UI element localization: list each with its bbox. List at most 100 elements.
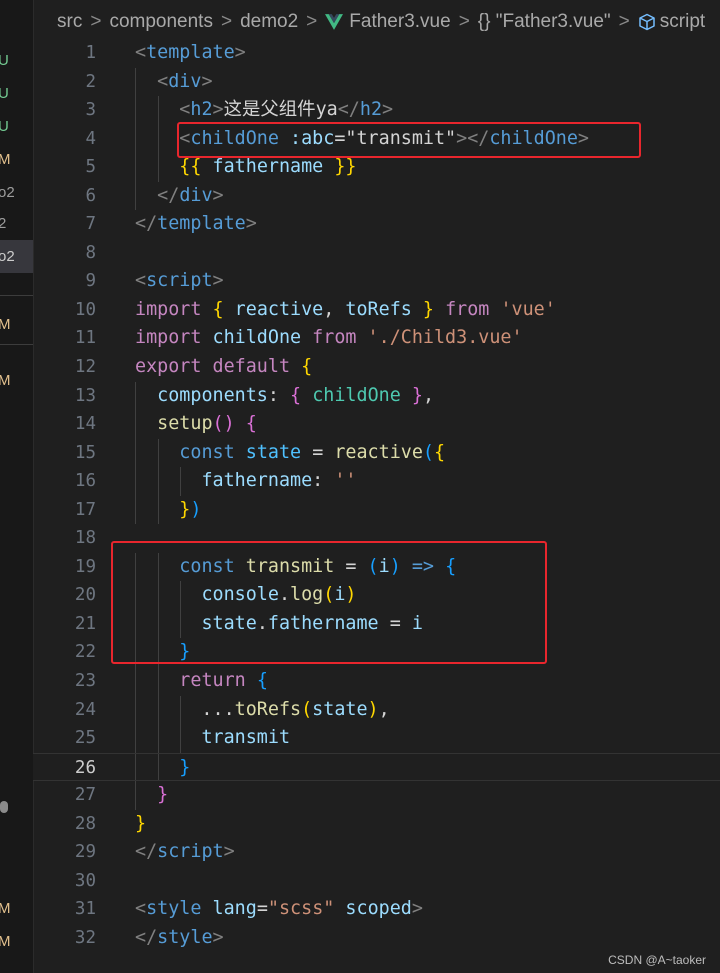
line-number: 23 (74, 671, 96, 692)
code-line[interactable]: 1 <template> (33, 39, 720, 68)
breadcrumb-file[interactable]: Father3.vue (349, 11, 450, 33)
line-number: 7 (85, 214, 96, 235)
code-line[interactable]: 27 } (33, 781, 720, 810)
code-line[interactable]: 11 import childOne from './Child3.vue' (33, 324, 720, 353)
code-text: fathername: '' (201, 470, 357, 492)
git-status-marker: 2 (0, 207, 33, 240)
code-text: } (157, 784, 169, 806)
code-text: } (135, 812, 147, 834)
breadcrumb-src[interactable]: src (57, 11, 82, 33)
explorer-sidebar-edge: U U U M o2 2 o2 M M M M (0, 0, 34, 973)
code-text: <style lang="scss" scoped> (135, 898, 423, 920)
git-status-marker: o2 (0, 184, 15, 201)
breadcrumb-script[interactable]: script (660, 11, 705, 33)
vue-icon (325, 14, 344, 30)
code-text: return { (179, 670, 268, 692)
code-line[interactable]: 9 <script> (33, 267, 720, 296)
chevron-right-icon: > (618, 11, 630, 32)
code-line[interactable]: 24 ...toRefs(state), (33, 695, 720, 725)
git-status-marker: M (0, 925, 33, 958)
line-number: 10 (74, 299, 96, 320)
line-number: 28 (74, 813, 96, 834)
git-status-marker: U (0, 44, 33, 77)
code-line[interactable]: 2 <div> (33, 67, 720, 97)
breadcrumb: src > components > demo2 > Father3.vue >… (33, 0, 720, 44)
code-text: components: { childOne }, (157, 384, 435, 406)
code-line[interactable]: 15 const state = reactive({ (33, 438, 720, 468)
code-text: ...toRefs(state), (135, 698, 390, 720)
code-line[interactable]: 28} (33, 810, 720, 839)
unsaved-dot-icon (0, 801, 8, 813)
code-line[interactable]: 16 fathername: '' (33, 467, 720, 496)
line-number: 19 (74, 556, 96, 577)
code-text: <h2>这是父组件ya</h2> (179, 99, 394, 121)
code-line[interactable]: 31 <style lang="scss" scoped> (33, 895, 720, 924)
git-status-marker-selected[interactable]: o2 (0, 240, 33, 273)
git-status-marker: U (0, 110, 33, 143)
annotation-box-childone (177, 122, 641, 158)
line-number: 4 (85, 128, 96, 149)
code-line[interactable]: 10 import { reactive, toRefs } from 'vue' (33, 296, 720, 325)
code-line[interactable]: 6 </div> (33, 181, 720, 211)
line-number: 2 (85, 71, 96, 92)
line-number: 14 (74, 414, 96, 435)
divider (0, 344, 33, 345)
code-line[interactable]: 17 }) (33, 495, 720, 525)
chevron-right-icon: > (90, 11, 102, 32)
line-number: 26 (74, 757, 96, 778)
line-number: 13 (74, 385, 96, 406)
chevron-right-icon: > (458, 11, 470, 32)
line-number: 1 (85, 43, 96, 63)
code-line[interactable]: 23 return { (33, 667, 720, 696)
code-line[interactable]: 12 export default { (33, 353, 720, 382)
code-line[interactable]: 3 <h2>这是父组件ya</h2> (33, 96, 720, 125)
code-line[interactable]: 25 transmit (33, 724, 720, 753)
cube-icon (639, 13, 655, 31)
breadcrumb-symbol-file[interactable]: {} "Father3.vue" (478, 11, 611, 33)
git-status-marker: U (0, 77, 33, 110)
line-number: 21 (74, 613, 96, 634)
code-text: export default { (135, 356, 313, 378)
code-text: transmit (201, 727, 291, 749)
code-line[interactable]: 29 </script> (33, 838, 720, 867)
code-line[interactable]: 8 (33, 239, 720, 268)
line-number: 3 (85, 100, 96, 121)
code-editor[interactable]: 1 <template> 2 <div> 3 <h2>这是父组件ya</h2> 4 <c… (33, 39, 720, 953)
code-text: </script> (135, 841, 235, 863)
code-line[interactable]: 32 </style> (33, 924, 720, 953)
line-number: 29 (74, 842, 96, 863)
code-text: </div> (157, 184, 224, 206)
line-number: 12 (74, 357, 96, 378)
line-number: 18 (74, 528, 96, 549)
line-number: 30 (74, 870, 96, 891)
code-line[interactable]: 14 setup() { (33, 410, 720, 439)
line-number: 11 (74, 328, 96, 349)
code-line[interactable]: 26 } (33, 752, 720, 782)
code-text: <script> (135, 270, 224, 292)
code-line[interactable]: 30 (33, 867, 720, 896)
breadcrumb-demo2[interactable]: demo2 (240, 11, 298, 33)
code-line[interactable]: 7 </template> (33, 210, 720, 239)
code-text: }) (179, 498, 202, 520)
annotation-box-transmit (111, 541, 547, 664)
chevron-right-icon: > (306, 11, 318, 32)
line-number: 17 (74, 499, 96, 520)
git-status-marker: M (0, 143, 33, 176)
code-text: import { reactive, toRefs } from 'vue' (135, 298, 556, 320)
breadcrumb-components[interactable]: components (109, 11, 213, 33)
git-status-marker: M (0, 364, 33, 397)
line-number: 15 (74, 442, 96, 463)
divider (0, 295, 33, 296)
line-number: 25 (74, 728, 96, 749)
line-number: 27 (74, 785, 96, 806)
code-text: setup() { (157, 413, 257, 435)
chevron-right-icon: > (220, 11, 233, 32)
code-text: </template> (135, 213, 257, 235)
code-text: <template> (135, 42, 246, 63)
code-line[interactable]: 13 components: { childOne }, (33, 381, 720, 411)
line-number: 9 (85, 271, 96, 292)
line-number: 5 (85, 157, 96, 178)
watermark: CSDN @A~taoker (608, 953, 706, 967)
code-text: <div> (157, 70, 213, 92)
code-text: } (179, 756, 191, 778)
